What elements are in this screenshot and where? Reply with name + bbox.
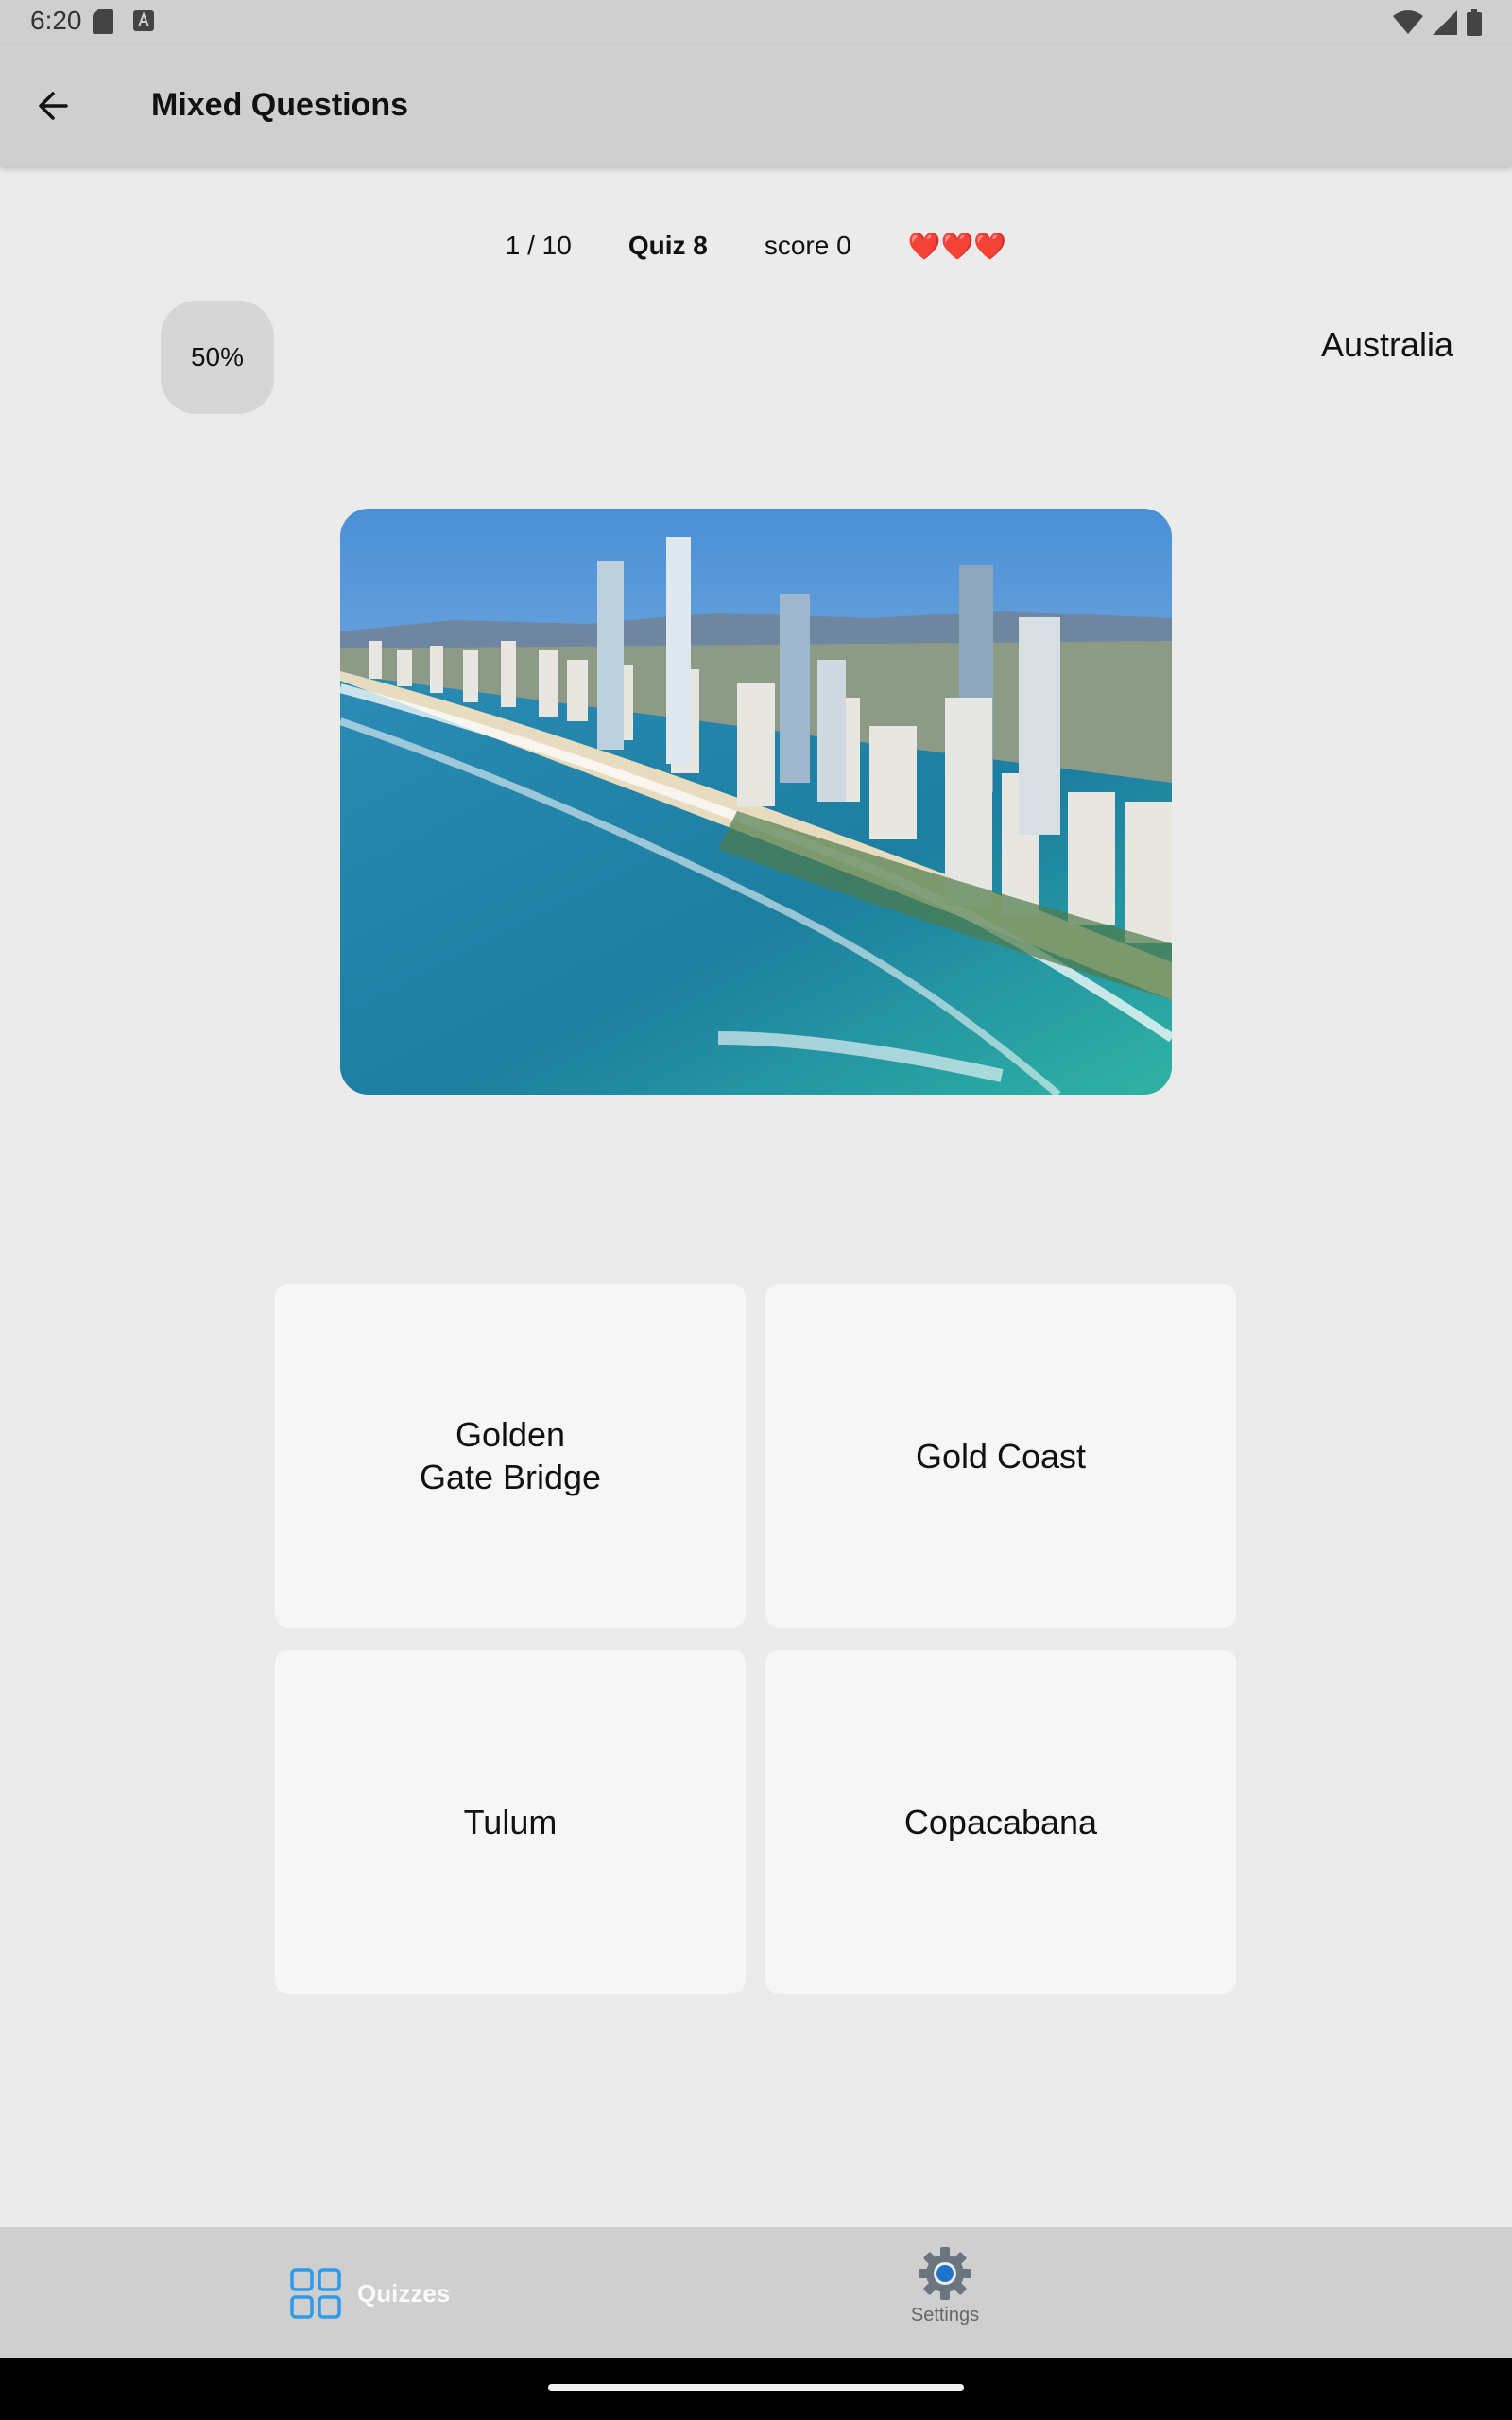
answer-option-label: Gold Coast	[915, 1436, 1087, 1476]
score-label: score 0	[764, 231, 851, 260]
status-right-icons	[1393, 9, 1482, 36]
fifty-fifty-button[interactable]: 50%	[161, 301, 274, 414]
nav-item-quizzes[interactable]: Quizzes	[289, 2265, 450, 2322]
arrow-left-icon	[39, 92, 68, 120]
status-left-icons	[93, 9, 155, 34]
signal-icon	[1433, 10, 1457, 35]
quiz-name: Quiz 8	[627, 231, 708, 260]
nav-item-settings[interactable]: Settings	[907, 2244, 983, 2326]
page-title: Mixed Questions	[151, 87, 409, 123]
status-bar: 6:20	[0, 0, 1512, 45]
back-button[interactable]	[19, 76, 87, 136]
country-label: Australia	[1320, 325, 1453, 364]
nav-quizzes-label: Quizzes	[357, 2278, 451, 2308]
gear-icon	[919, 2247, 971, 2300]
sd-card-icon	[93, 9, 113, 34]
gesture-navigation-bar	[0, 2358, 1512, 2420]
answer-option-1[interactable]: Golden Gate Bridge	[275, 1284, 746, 1628]
keyboard-a-icon	[133, 10, 154, 31]
nav-settings-label: Settings	[910, 2305, 980, 2325]
app-bar: Mixed Questions	[0, 45, 1512, 166]
question-progress: 1 / 10	[505, 231, 572, 260]
quiz-info-row: 1 / 10 Quiz 8 score 0 ❤️❤️❤️	[0, 225, 1512, 267]
home-indicator[interactable]	[548, 2384, 964, 2391]
question-image	[340, 509, 1172, 1095]
answer-option-3[interactable]: Tulum	[275, 1650, 746, 1994]
lives-hearts: ❤️❤️❤️	[907, 231, 1007, 261]
answer-option-4[interactable]: Copacabana	[765, 1650, 1236, 1994]
answer-option-label: Tulum	[463, 1802, 558, 1841]
answer-option-2[interactable]: Gold Coast	[765, 1284, 1236, 1628]
status-time: 6:20	[30, 6, 82, 35]
grid-icon	[290, 2268, 341, 2319]
wifi-icon	[1393, 10, 1423, 34]
coastal-city-photo	[340, 509, 1172, 1095]
bottom-navigation: Quizzes Settings	[0, 2227, 1512, 2358]
answer-option-label: Copacabana	[903, 1802, 1098, 1841]
battery-icon	[1467, 9, 1482, 36]
fifty-fifty-label: 50%	[190, 342, 245, 372]
answer-option-label: Golden Gate Bridge	[419, 1415, 602, 1496]
